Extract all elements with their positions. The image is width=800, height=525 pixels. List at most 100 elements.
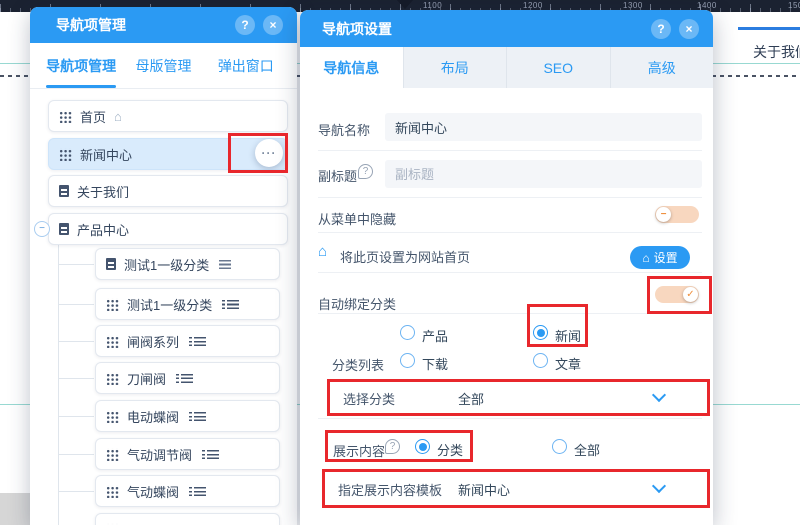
nav-item-label: 刀闸阀: [127, 369, 166, 388]
tab-master-manage[interactable]: 母版管理: [122, 43, 204, 88]
grid-handle-icon[interactable]: [106, 410, 119, 423]
close-icon[interactable]: ×: [263, 15, 283, 35]
nav-item-label: 闸阀系列: [127, 332, 179, 351]
grid-handle-icon[interactable]: [106, 335, 119, 348]
help-icon[interactable]: ?: [651, 19, 671, 39]
list-item-pneumatic-butterfly-valve[interactable]: 气动蝶阀: [95, 475, 280, 507]
ruler-number: 1500: [788, 1, 800, 10]
nav-item-label: 测试1一级分类: [127, 295, 212, 314]
ruler-number: 1200: [523, 1, 543, 10]
grid-handle-icon[interactable]: [59, 110, 72, 123]
list-item-knife-gate-valve[interactable]: 刀闸阀: [95, 362, 280, 394]
list-item-test-category[interactable]: 测试1一级分类: [95, 288, 280, 320]
annotation-box-select-category: [327, 379, 710, 416]
radio-product-label: 产品: [422, 326, 448, 345]
hide-from-menu-toggle[interactable]: −: [655, 206, 699, 223]
tab-layout[interactable]: 布局: [403, 47, 507, 88]
grid-handle-icon[interactable]: [106, 448, 119, 461]
list-item-gate-valve-series[interactable]: 闸阀系列: [95, 325, 280, 357]
help-icon[interactable]: ?: [358, 164, 373, 179]
list-item-electric-butterfly-valve[interactable]: 电动蝶阀: [95, 400, 280, 432]
nav-item-label: 电动蝶阀: [127, 407, 179, 426]
list-item-partial[interactable]: [95, 513, 280, 525]
settings-tabs: 导航信息 布局 SEO 高级: [300, 47, 713, 88]
tree-connector-line: [58, 454, 94, 455]
help-icon[interactable]: ?: [235, 15, 255, 35]
tree-connector-line: [58, 264, 94, 265]
canvas-highlight-line: [738, 27, 800, 30]
divider: [318, 232, 702, 233]
list-item-product-center[interactable]: 产品中心: [48, 213, 288, 245]
divider: [318, 313, 702, 314]
radio-article[interactable]: [533, 353, 548, 368]
radio-download-label: 下载: [422, 354, 448, 373]
grid-handle-icon[interactable]: [59, 148, 72, 161]
ruler-position-marker-icon: [397, 0, 413, 9]
nav-name-input[interactable]: [385, 113, 702, 141]
nav-item-label: 气动蝶阀: [127, 482, 179, 501]
nav-item-label: 气动调节阀: [127, 445, 192, 464]
list-icon: [194, 337, 206, 346]
subtitle-input[interactable]: [385, 160, 702, 188]
annotation-box-display-content: [325, 430, 473, 462]
hide-from-menu-label: 从菜单中隐藏: [318, 209, 396, 228]
list-item-test-category[interactable]: 测试1一级分类: [95, 248, 280, 280]
close-icon[interactable]: ×: [679, 19, 699, 39]
tab-nav-info[interactable]: 导航信息: [300, 47, 403, 88]
subtitle-label: 副标题: [318, 166, 357, 185]
tree-connector-line: [58, 378, 94, 379]
document-icon: [59, 223, 69, 235]
list-icon: [207, 450, 219, 459]
nav-item-label: 测试1一级分类: [124, 255, 209, 274]
radio-article-label: 文章: [555, 354, 581, 373]
radio-download[interactable]: [400, 353, 415, 368]
list-icon: [181, 374, 193, 383]
home-icon: ⌂: [114, 110, 122, 123]
tab-advanced[interactable]: 高级: [610, 47, 714, 88]
canvas-nav-menu-text: 关于我们: [753, 42, 800, 62]
grid-handle-icon[interactable]: [106, 298, 119, 311]
divider: [318, 272, 702, 273]
divider: [318, 418, 702, 419]
list-item-home[interactable]: 首页 ⌂: [48, 100, 288, 132]
annotation-box-autobind-toggle: [647, 276, 712, 314]
annotation-box-more-button: [228, 133, 288, 173]
category-list-label: 分类列表: [332, 355, 384, 374]
radio-product[interactable]: [400, 325, 415, 340]
document-icon: [59, 185, 69, 197]
radio-all-content[interactable]: [552, 439, 567, 454]
nav-item-label: 新闻中心: [80, 145, 132, 164]
document-icon: [106, 258, 116, 270]
nav-settings-panel-header: 导航项设置 ? ×: [300, 10, 713, 47]
nav-item-label: 产品中心: [77, 220, 129, 239]
tree-connector-line: [58, 341, 94, 342]
panel-title: 导航项设置: [322, 19, 392, 39]
menu-lines-icon: [219, 260, 231, 269]
tree-connector-line: [58, 416, 94, 417]
list-icon: [194, 412, 206, 421]
collapse-toggle-icon[interactable]: −: [34, 221, 50, 237]
list-item-pneumatic-control-valve[interactable]: 气动调节阀: [95, 438, 280, 470]
tree-connector-line: [58, 491, 94, 492]
nav-item-label: 首页: [80, 107, 106, 126]
nav-manage-panel: 导航项管理 ? × 导航项管理 母版管理 弹出窗口 首页 ⌂ 新闻中心 ··· …: [30, 7, 297, 525]
list-item-about-us[interactable]: 关于我们: [48, 175, 288, 207]
grid-handle-icon[interactable]: [106, 485, 119, 498]
ruler-number: 1300: [623, 1, 643, 10]
annotation-box-news-radio: [527, 304, 588, 347]
grid-handle-icon[interactable]: [106, 372, 119, 385]
divider: [318, 150, 702, 151]
nav-manage-panel-header: 导航项管理 ? ×: [30, 7, 297, 43]
annotation-box-template: [322, 469, 710, 508]
tree-connector-line: [58, 304, 94, 305]
tab-popup-window[interactable]: 弹出窗口: [205, 43, 287, 88]
ruler-number: 1100: [423, 1, 442, 10]
tab-nav-manage[interactable]: 导航项管理: [40, 43, 122, 88]
home-icon: ⌂: [318, 244, 327, 259]
set-homepage-button[interactable]: ⌂ 设置: [630, 246, 690, 269]
radio-all-content-label: 全部: [574, 440, 600, 459]
tab-seo[interactable]: SEO: [506, 47, 610, 88]
nav-item-label: 关于我们: [77, 182, 129, 201]
auto-bind-label: 自动绑定分类: [318, 294, 396, 313]
ruler-number: 1400: [697, 1, 717, 10]
